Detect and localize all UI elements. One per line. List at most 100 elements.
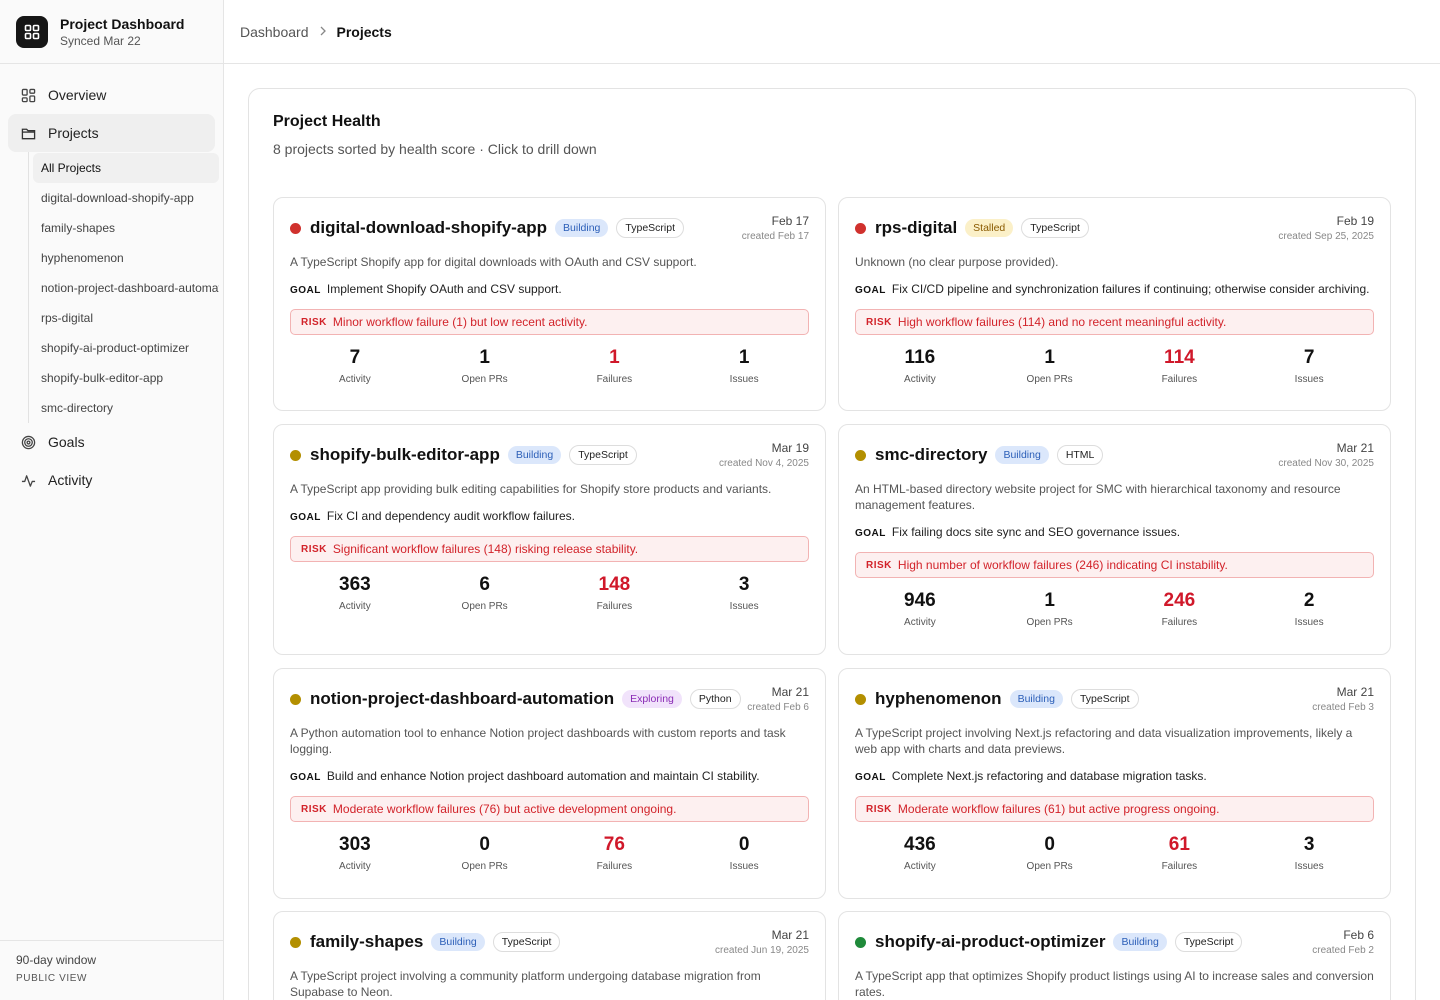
status-badge: Exploring	[622, 690, 682, 708]
stat-label: Failures	[596, 374, 633, 385]
stat-value: 148	[598, 574, 631, 595]
project-name[interactable]: notion-project-dashboard-automation	[310, 689, 614, 709]
risk-banner: RISK High workflow failures (114) and no …	[855, 309, 1374, 335]
breadcrumb-current: Projects	[336, 23, 392, 40]
breadcrumb-dashboard[interactable]: Dashboard	[240, 24, 309, 40]
nav-projects[interactable]: Projects	[8, 114, 215, 152]
project-name[interactable]: shopify-ai-product-optimizer	[875, 932, 1105, 952]
risk-label: RISK	[866, 803, 892, 815]
created-date: created Sep 25, 2025	[1278, 231, 1374, 242]
nav-goals[interactable]: Goals	[8, 423, 215, 461]
sidebar: Project Dashboard Synced Mar 22 Overview…	[0, 0, 224, 1000]
stat-open-prs: 0 Open PRs	[985, 834, 1115, 890]
sidebar-project-item[interactable]: shopify-ai-product-optimizer	[33, 333, 219, 363]
updated-date: Feb 6	[1343, 928, 1374, 942]
stat-label: Activity	[339, 601, 371, 612]
sync-status: Synced Mar 22	[60, 33, 141, 48]
risk-label: RISK	[866, 559, 892, 571]
stat-label: Activity	[904, 374, 936, 385]
stat-value: 303	[339, 834, 371, 855]
goal-label: GOAL	[855, 528, 886, 539]
nav-activity-label: Activity	[48, 472, 93, 488]
stat-value: 7	[349, 347, 361, 368]
stat-value: 3	[1303, 834, 1315, 855]
stat-value: 116	[904, 347, 936, 368]
stat-open-prs: 1 Open PRs	[420, 347, 550, 403]
language-badge: TypeScript	[616, 218, 685, 238]
risk-text: Moderate workflow failures (76) but acti…	[332, 802, 677, 816]
sidebar-project-item[interactable]: hyphenomenon	[33, 243, 219, 273]
sidebar-project-item[interactable]: notion-project-dashboard-automation	[33, 273, 219, 303]
stat-failures: 148 Failures	[550, 574, 680, 630]
project-card[interactable]: rps-digital Stalled TypeScript Feb 19 create…	[838, 197, 1391, 411]
goal-text: Fix failing docs site sync and SEO gover…	[891, 525, 1181, 539]
sidebar-project-item[interactable]: shopify-bulk-editor-app	[33, 363, 219, 393]
stat-value: 1	[479, 347, 490, 368]
project-description: A TypeScript Shopify app for digital dow…	[290, 255, 697, 269]
goal-text: Complete Next.js refactoring and databas…	[891, 769, 1207, 783]
project-health-panel: Project Health 8 projects sorted by heal…	[248, 88, 1416, 1000]
stat-failures: 114 Failures	[1115, 347, 1245, 403]
goal-text: Implement Shopify OAuth and CSV support.	[326, 282, 562, 296]
status-badge: Building	[555, 219, 609, 237]
stat-label: Failures	[1161, 861, 1198, 872]
project-card[interactable]: shopify-bulk-editor-app Building TypeScrip…	[273, 424, 826, 655]
project-stats: 436 Activity 0 Open PRs 61 Failures 3 Issues	[855, 834, 1374, 890]
goal-label: GOAL	[290, 772, 321, 783]
health-indicator-icon	[290, 222, 301, 234]
status-badge: Building	[995, 446, 1049, 464]
project-card[interactable]: family-shapes Building TypeScript Mar 21 cre…	[273, 911, 826, 1000]
stat-label: Failures	[596, 601, 633, 612]
stat-value: 1	[609, 347, 620, 368]
stat-issues: 7 Issues	[1244, 347, 1374, 403]
stat-value: 363	[339, 574, 371, 595]
project-stats: 946 Activity 1 Open PRs 246 Failures 2 Issues	[855, 590, 1374, 646]
nav-overview[interactable]: Overview	[8, 76, 215, 114]
project-name[interactable]: rps-digital	[875, 218, 957, 238]
project-stats: 7 Activity 1 Open PRs 1 Failures 1 Issues	[290, 347, 809, 403]
sidebar-project-item[interactable]: smc-directory	[33, 393, 219, 423]
project-stats: 116 Activity 1 Open PRs 114 Failures 7 Issues	[855, 347, 1374, 403]
language-badge: TypeScript	[492, 932, 561, 952]
goal-text: Fix CI/CD pipeline and synchronization f…	[891, 282, 1370, 296]
stat-open-prs: 0 Open PRs	[420, 834, 550, 890]
nav-activity[interactable]: Activity	[8, 461, 215, 499]
updated-date: Feb 17	[771, 214, 809, 228]
stat-value: 61	[1168, 834, 1190, 855]
project-description: Unknown (no clear purpose provided).	[855, 255, 1059, 269]
project-card[interactable]: shopify-ai-product-optimizer Building Type…	[838, 911, 1391, 1000]
risk-label: RISK	[301, 316, 327, 328]
project-card[interactable]: hyphenomenon Building TypeScript Mar 21 crea…	[838, 668, 1391, 899]
project-card[interactable]: digital-download-shopify-app Building Type…	[273, 197, 826, 411]
risk-label: RISK	[301, 543, 327, 555]
stat-value: 7	[1303, 347, 1315, 368]
sidebar-project-item[interactable]: family-shapes	[33, 213, 219, 243]
sidebar-project-item[interactable]: rps-digital	[33, 303, 219, 333]
project-name[interactable]: shopify-bulk-editor-app	[310, 445, 500, 465]
status-badge: Building	[431, 933, 485, 951]
health-indicator-icon	[290, 693, 301, 705]
project-name[interactable]: smc-directory	[875, 445, 987, 465]
created-date: created Jun 19, 2025	[715, 945, 809, 956]
project-name[interactable]: family-shapes	[310, 932, 423, 952]
panel-subtitle: 8 projects sorted by health score · Clic…	[273, 141, 597, 157]
risk-banner: RISK Minor workflow failure (1) but low r…	[290, 309, 809, 335]
sidebar-project-item[interactable]: All Projects	[33, 153, 219, 183]
dashboard-logo-icon	[16, 15, 48, 48]
project-name[interactable]: digital-download-shopify-app	[310, 218, 547, 238]
chevron-right-icon	[319, 24, 327, 39]
project-description: A TypeScript project involving Next.js r…	[855, 726, 1353, 756]
folder-icon	[20, 125, 36, 141]
project-card[interactable]: notion-project-dashboard-automation Explo…	[273, 668, 826, 899]
view-mode: PUBLIC VIEW	[16, 973, 88, 984]
stat-label: Issues	[729, 861, 759, 872]
topbar: Dashboard Projects	[224, 0, 1440, 64]
sidebar-project-item[interactable]: digital-download-shopify-app	[33, 183, 219, 213]
panel-title: Project Health	[273, 113, 381, 130]
project-name[interactable]: hyphenomenon	[875, 689, 1002, 709]
created-date: created Feb 6	[747, 702, 809, 713]
project-card[interactable]: smc-directory Building HTML Mar 21 created N…	[838, 424, 1391, 655]
status-badge: Stalled	[965, 219, 1014, 237]
stat-value: 246	[1163, 590, 1196, 611]
risk-banner: RISK Significant workflow failures (148) …	[290, 536, 809, 562]
